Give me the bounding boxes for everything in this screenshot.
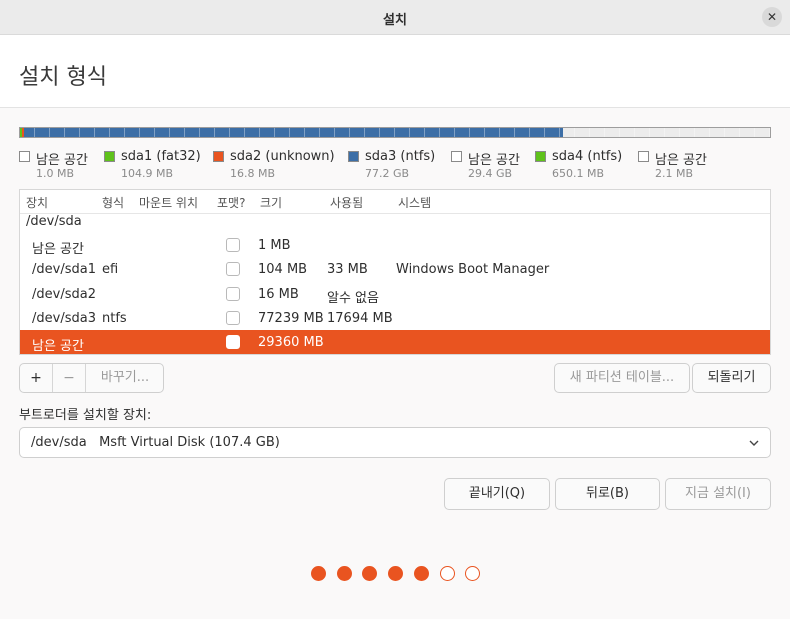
progress-dot [413,566,429,581]
new-partition-table-button[interactable]: 새 파티션 테이블... [554,363,690,393]
legend-swatch [638,151,649,162]
legend-name: sda4 (ntfs) [552,149,623,164]
row-size: 29360 MB [258,335,324,350]
progress-dot [439,566,455,581]
table-row-selected[interactable]: 남은 공간 29360 MB [20,330,770,354]
progress-dot [311,566,326,581]
column-header-mount[interactable]: 마운트 위치 [139,194,198,211]
legend-swatch [535,151,546,162]
row-system: Windows Boot Manager [396,262,550,277]
quit-button[interactable]: 끝내기(Q) [444,478,550,510]
legend-name: 남은 공간 [36,153,88,168]
remove-partition-button[interactable]: − [53,364,85,392]
row-device: 남은 공간 [32,242,84,257]
partition-table[interactable]: 장치 형식 마운트 위치 포맷? 크기 사용됨 시스템 /dev/sda 남은 … [19,189,771,355]
progress-dot [388,566,404,581]
row-type: ntfs [102,311,127,326]
format-checkbox[interactable] [226,287,240,301]
table-header: 장치 형식 마운트 위치 포맷? 크기 사용됨 시스템 [20,190,770,214]
row-device: /dev/sda1 [32,262,96,277]
legend-name: 남은 공간 [468,153,520,168]
row-used: 17694 MB [327,311,393,326]
column-header-system[interactable]: 시스템 [398,194,431,211]
column-header-used[interactable]: 사용됨 [330,194,363,211]
row-used: 33 MB [327,262,368,277]
legend-size: 650.1 MB [552,167,605,180]
legend-size: 1.0 MB [36,167,75,180]
window-title: 설치 [383,13,407,28]
row-size: 1 MB [258,238,291,253]
row-used: 알수 없음 [327,291,379,306]
row-size: 104 MB [258,262,308,277]
legend-swatch [348,151,359,162]
format-checkbox[interactable] [226,335,240,349]
progress-dot [362,566,378,581]
bootloader-label: 부트로더를 설치할 장치: [19,408,152,423]
table-row[interactable]: 남은 공간 1 MB [20,233,770,258]
bootloader-device-select[interactable]: /dev/sda Msft Virtual Disk (107.4 GB) [19,427,771,458]
legend-name: 남은 공간 [655,153,707,168]
row-device: /dev/sda [26,214,82,229]
window-titlebar: 설치 ✕ [0,0,790,35]
revert-button[interactable]: 되돌리기 [692,363,771,393]
page-header: 설치 형식 [0,35,790,108]
format-checkbox[interactable] [226,262,240,276]
row-device: 남은 공간 [32,339,84,354]
chevron-down-icon [749,440,759,446]
page-title: 설치 형식 [19,65,107,90]
add-partition-button[interactable]: + [20,364,52,392]
column-header-device[interactable]: 장치 [26,194,48,211]
bootloader-device-value: /dev/sda Msft Virtual Disk (107.4 GB) [31,435,280,450]
legend-swatch [451,151,462,162]
back-button[interactable]: 뒤로(B) [555,478,660,510]
change-partition-button[interactable]: 바꾸기... [86,364,164,392]
format-checkbox[interactable] [226,311,240,325]
legend-size: 16.8 MB [230,167,276,180]
legend-name: sda3 (ntfs) [365,149,436,164]
legend-size: 2.1 MB [655,167,694,180]
column-header-type[interactable]: 형식 [102,194,124,211]
legend-size: 29.4 GB [468,167,513,180]
row-size: 16 MB [258,287,299,302]
column-header-format[interactable]: 포맷? [217,194,245,211]
table-row[interactable]: /dev/sda1 efi 104 MB 33 MB Windows Boot … [20,257,770,282]
row-device: /dev/sda2 [32,287,96,302]
legend-swatch [213,151,224,162]
legend-size: 77.2 GB [365,167,410,180]
table-row[interactable]: /dev/sda2 16 MB 알수 없음 [20,282,770,307]
row-device: /dev/sda3 [32,311,96,326]
column-header-size[interactable]: 크기 [260,194,282,211]
table-row[interactable]: /dev/sda3 ntfs 77239 MB 17694 MB [20,306,770,331]
partition-edit-toolbar: + − 바꾸기... [19,363,164,393]
row-size: 77239 MB [258,311,324,326]
close-icon[interactable]: ✕ [762,7,782,27]
partition-bar [19,127,771,138]
legend-swatch [19,151,30,162]
install-now-button[interactable]: 지금 설치(I) [665,478,771,510]
legend-swatch [104,151,115,162]
progress-dot [465,566,481,581]
partition-bar-grid [20,128,770,137]
legend-size: 104.9 MB [121,167,174,180]
legend-name: sda2 (unknown) [230,149,335,164]
progress-dot [336,566,352,581]
format-checkbox[interactable] [226,238,240,252]
row-type: efi [102,262,119,277]
legend-name: sda1 (fat32) [121,149,201,164]
